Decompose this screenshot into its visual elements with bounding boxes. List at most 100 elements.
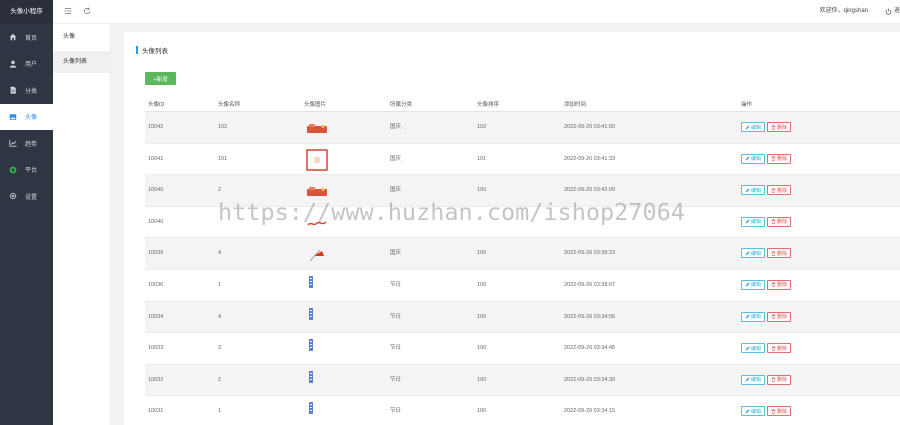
cell-id: 10042 <box>148 124 164 130</box>
sidebar-item-label: 首页 <box>25 35 38 42</box>
row-actions: 编辑 删除 <box>741 185 792 196</box>
trash-icon <box>771 124 776 130</box>
sidebar-item-users[interactable]: 用户 <box>0 51 53 78</box>
sidebar-item-category[interactable]: 分类 <box>0 77 53 104</box>
pencil-icon <box>745 377 750 382</box>
sidebar-item-label: 趋势 <box>25 141 38 148</box>
sidebar-item-avatar[interactable]: 头像 <box>0 103 53 130</box>
sidebar-item-label: 用户 <box>25 62 38 69</box>
column-header-sort: 头像排序 <box>477 102 500 108</box>
platform-icon <box>9 166 17 174</box>
cell-name: 3 <box>218 345 222 352</box>
delete-button[interactable]: 删除 <box>767 216 792 227</box>
edit-label: 编辑 <box>751 187 762 194</box>
cell-category: 国庆 <box>390 250 402 257</box>
avatar-thumbnail <box>306 117 328 139</box>
cell-sort: 100 <box>477 281 487 288</box>
sidebar: 头像小程序 首页 用户 分类 头像 趋势 平台 设置 <box>0 0 53 425</box>
cell-name: 2 <box>218 376 222 383</box>
cell-id: 10034 <box>148 313 164 320</box>
cell-time: 2022-09-20 03:39:23 <box>564 250 616 257</box>
edit-label: 编辑 <box>751 282 762 289</box>
row-actions: 编辑 删除 <box>741 311 792 322</box>
column-header-name: 头像名称 <box>218 102 241 108</box>
sidebar-item-platform[interactable]: 平台 <box>0 157 53 184</box>
edit-label: 编辑 <box>751 314 762 321</box>
delete-button[interactable]: 删除 <box>767 248 792 259</box>
sidebar-item-settings[interactable]: 设置 <box>0 183 53 210</box>
cell-sort: 100 <box>477 345 487 352</box>
row-actions: 编辑 删除 <box>741 343 792 354</box>
avatar-thumbnail <box>306 275 328 297</box>
column-header-time: 添加时间 <box>564 102 587 108</box>
trash-icon <box>771 377 776 383</box>
cell-time: 2022-09-20 03:34:56 <box>564 313 616 320</box>
title-accent-bar <box>136 46 138 54</box>
cell-time: 2022-09-20 03:42:09 <box>564 187 616 194</box>
sidebar-item-home[interactable]: 首页 <box>0 24 53 51</box>
cell-sort: 100 <box>477 187 487 194</box>
edit-button[interactable]: 编辑 <box>741 248 766 259</box>
pencil-icon <box>745 219 750 224</box>
table-body: 10042 102 国庆 102 2022-09-20 03:41:50 编辑 删除 1004… <box>145 112 900 425</box>
table-row: 10042 102 国庆 102 2022-09-20 03:41:50 编辑 删除 <box>145 112 900 144</box>
avatar-thumbnail <box>306 243 328 265</box>
main-panel: 头像列表 +新增 头像ID 头像名称 头像图片 所属分类 头像排序 添加时间 操… <box>124 32 900 425</box>
delete-button[interactable]: 删除 <box>767 153 792 164</box>
cell-category: 节日 <box>390 408 402 415</box>
edit-button[interactable]: 编辑 <box>741 374 766 385</box>
avatar-thumbnail <box>306 307 328 329</box>
delete-button[interactable]: 删除 <box>767 185 792 196</box>
refresh-icon[interactable] <box>82 6 92 16</box>
pencil-icon <box>745 156 750 161</box>
edit-button[interactable]: 编辑 <box>741 216 766 227</box>
delete-button[interactable]: 删除 <box>767 279 792 290</box>
avatar-thumbnail <box>306 370 328 392</box>
cell-category: 节日 <box>390 281 402 288</box>
logout-label: 退 <box>893 8 900 14</box>
delete-button[interactable]: 删除 <box>767 311 792 322</box>
cell-name: 102 <box>218 124 228 130</box>
page-title-text: 头像列表 <box>142 48 168 55</box>
edit-button[interactable]: 编辑 <box>741 343 766 354</box>
edit-button[interactable]: 编辑 <box>741 279 766 290</box>
delete-button[interactable]: 删除 <box>767 374 792 385</box>
logout-button[interactable]: 退 <box>885 0 900 22</box>
table-row: 10034 4 节日 100 2022-09-20 03:34:56 编辑 删除 <box>145 301 900 334</box>
delete-label: 删除 <box>777 250 788 257</box>
avatar-thumbnail <box>306 148 328 171</box>
gear-icon <box>9 192 17 200</box>
delete-label: 删除 <box>777 377 788 384</box>
cell-id: 10033 <box>148 345 164 352</box>
sidebar-item-label: 分类 <box>25 88 38 95</box>
row-actions: 编辑 删除 <box>741 374 792 385</box>
edit-button[interactable]: 编辑 <box>741 185 766 196</box>
edit-label: 编辑 <box>751 250 762 257</box>
edit-button[interactable]: 编辑 <box>741 153 766 164</box>
sidebar-item-trend[interactable]: 趋势 <box>0 130 53 157</box>
file-icon <box>9 86 17 94</box>
delete-button[interactable]: 删除 <box>767 122 792 132</box>
edit-button[interactable]: 编辑 <box>741 311 766 322</box>
welcome-text: 欢迎你，qingshan <box>819 8 868 14</box>
avatar-thumbnail <box>306 180 328 202</box>
pencil-icon <box>745 251 750 256</box>
sidebar-item-label: 设置 <box>25 194 38 201</box>
menu-toggle-icon[interactable] <box>63 6 73 16</box>
delete-button[interactable]: 删除 <box>767 406 792 417</box>
cell-id: 10031 <box>148 408 164 415</box>
edit-button[interactable]: 编辑 <box>741 406 766 417</box>
trash-icon <box>771 408 776 414</box>
add-button[interactable]: +新增 <box>145 72 176 85</box>
pencil-icon <box>745 346 750 351</box>
sub-menu-item-avatar-list[interactable]: 头像列表 <box>53 51 110 73</box>
page-title: 头像列表 <box>136 45 168 55</box>
delete-button[interactable]: 删除 <box>767 343 792 354</box>
trash-icon <box>771 250 776 256</box>
delete-label: 删除 <box>777 282 788 289</box>
user-icon <box>9 60 17 68</box>
cell-id: 10040 <box>148 187 164 194</box>
edit-label: 编辑 <box>751 124 762 131</box>
edit-button[interactable]: 编辑 <box>741 122 766 132</box>
trash-icon <box>771 345 776 351</box>
